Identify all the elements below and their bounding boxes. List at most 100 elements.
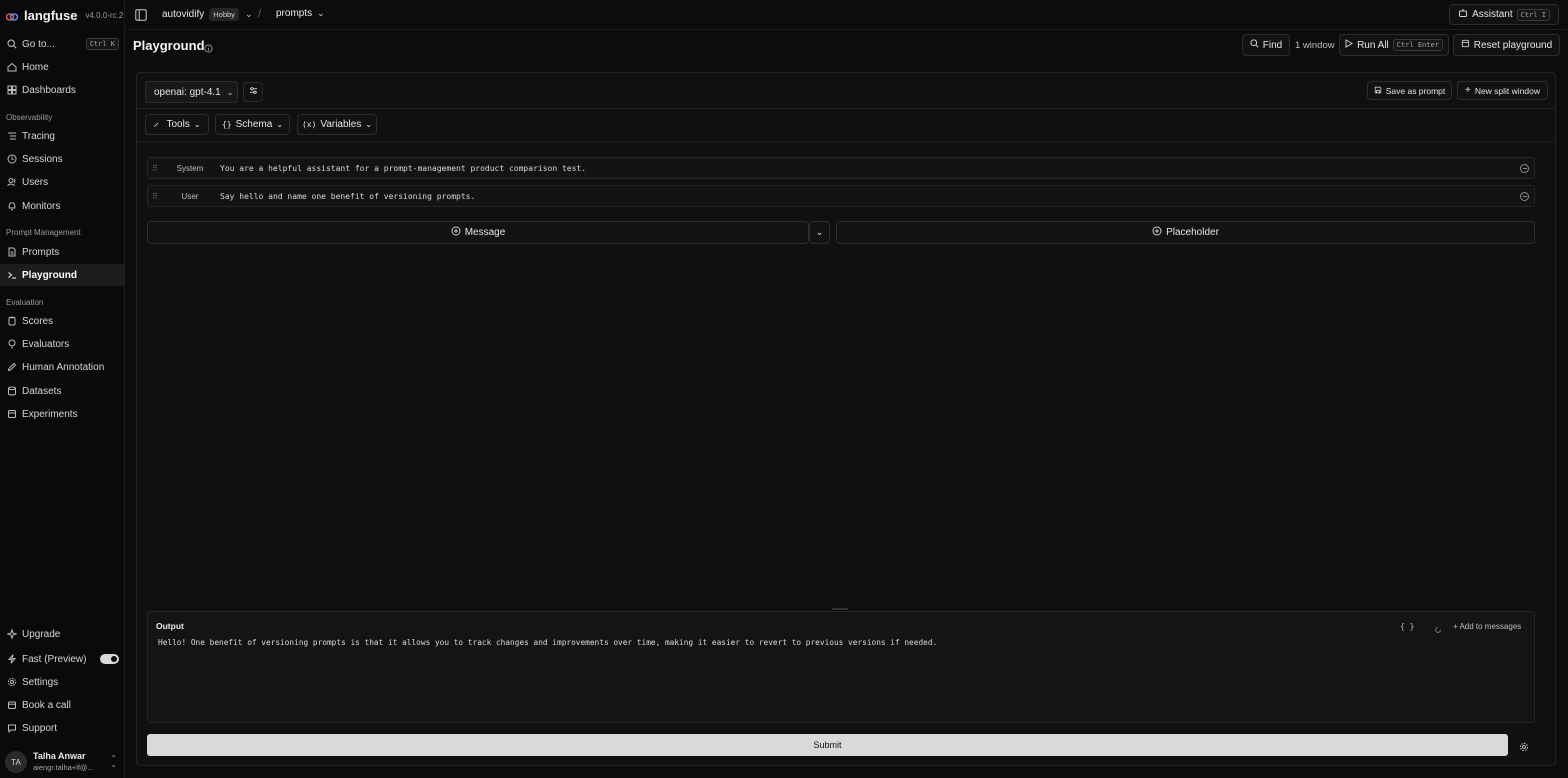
message-role[interactable]: System bbox=[160, 164, 220, 173]
sidebar-item-prompts[interactable]: Prompts bbox=[0, 241, 125, 263]
chevron-down-icon: ⌄ bbox=[276, 120, 284, 129]
run-all-label: Run All bbox=[1357, 39, 1389, 51]
sidebar-item-tracing[interactable]: Tracing bbox=[0, 125, 125, 147]
sidebar-item-sessions[interactable]: Sessions bbox=[0, 148, 125, 170]
org-switcher[interactable]: autovidify Hobby ⌄ bbox=[162, 8, 252, 21]
flask-icon bbox=[6, 409, 17, 420]
sidebar-item-support[interactable]: Support bbox=[0, 717, 125, 739]
sidebar-item-datasets[interactable]: Datasets bbox=[0, 380, 125, 402]
sidebar-item-settings[interactable]: Settings bbox=[0, 671, 125, 693]
resize-handle[interactable] bbox=[832, 608, 848, 610]
output-panel: Output { } + Add to messages Hello! One … bbox=[147, 611, 1535, 723]
message-row-system[interactable]: ⠿ System You are a helpful assistant for… bbox=[147, 157, 1535, 179]
add-message-button[interactable]: Message bbox=[147, 221, 809, 244]
file-text-icon bbox=[6, 247, 17, 258]
fast-preview-toggle[interactable] bbox=[100, 654, 119, 664]
sidebar-item-label: Prompts bbox=[22, 246, 60, 258]
chevron-down-icon: ⌄ bbox=[317, 8, 325, 18]
model-settings-button[interactable] bbox=[243, 82, 263, 102]
remove-message-icon[interactable] bbox=[1520, 191, 1529, 201]
sidebar-item-label: Book a call bbox=[22, 699, 71, 711]
bot-icon bbox=[1458, 8, 1468, 21]
list-tree-icon bbox=[6, 131, 17, 142]
sidebar-toggle-icon[interactable] bbox=[135, 9, 147, 24]
sidebar-item-fast-preview[interactable]: Fast (Preview) bbox=[0, 648, 125, 670]
divider bbox=[137, 141, 1555, 142]
gear-icon[interactable] bbox=[1519, 740, 1529, 755]
reset-icon bbox=[1461, 39, 1470, 51]
chevron-down-icon: ⌄ bbox=[226, 87, 234, 97]
plus-circle-icon bbox=[451, 226, 461, 239]
message-row-user[interactable]: ⠿ User Say hello and name one benefit of… bbox=[147, 185, 1535, 207]
sidebar-item-book-call[interactable]: Book a call bbox=[0, 694, 125, 716]
sidebar-item-scores[interactable]: Scores bbox=[0, 310, 125, 332]
tools-button[interactable]: Tools ⌄ bbox=[145, 114, 209, 135]
user-menu[interactable]: TA Talha Anwar aiengr.talha+lf@... ⌃ ⌄ bbox=[0, 748, 125, 776]
reset-label: Reset playground bbox=[1473, 39, 1553, 51]
sidebar-item-monitors[interactable]: Monitors bbox=[0, 195, 125, 217]
chevron-down-icon: ⌄ bbox=[193, 120, 201, 129]
sidebar-item-experiments[interactable]: Experiments bbox=[0, 403, 125, 425]
terminal-icon bbox=[6, 270, 17, 281]
new-split-window-label: New split window bbox=[1474, 85, 1541, 96]
submit-button[interactable]: Submit bbox=[147, 734, 1508, 756]
copy-icon[interactable] bbox=[1434, 622, 1442, 637]
users-icon bbox=[6, 177, 17, 188]
logo[interactable]: langfuse v4.0.0-rc.2 bbox=[5, 6, 123, 24]
save-as-prompt-button[interactable]: Save as prompt bbox=[1367, 81, 1452, 100]
new-split-window-button[interactable]: + New split window bbox=[1457, 81, 1548, 100]
clock-icon bbox=[6, 154, 17, 165]
sidebar-item-evaluators[interactable]: Evaluators bbox=[0, 333, 125, 355]
reset-playground-button[interactable]: Reset playground bbox=[1453, 34, 1560, 56]
sidebar-item-label: Monitors bbox=[22, 200, 61, 212]
org-name: autovidify bbox=[162, 9, 205, 20]
find-button[interactable]: Find bbox=[1242, 34, 1290, 56]
sidebar-item-dashboards[interactable]: Dashboards bbox=[0, 79, 125, 101]
chevron-down-icon: ⌄ bbox=[365, 120, 373, 129]
page-title: Playground bbox=[133, 38, 205, 53]
sidebar-item-label: Dashboards bbox=[22, 84, 76, 96]
add-placeholder-button[interactable]: Placeholder bbox=[836, 221, 1535, 244]
add-message-label: Message bbox=[464, 227, 506, 238]
assistant-button[interactable]: Assistant Ctrl I bbox=[1449, 4, 1559, 25]
sidebar-item-upgrade[interactable]: Upgrade bbox=[0, 623, 125, 645]
run-all-button[interactable]: Run All Ctrl Enter bbox=[1339, 34, 1449, 56]
sidebar-item-label: Scores bbox=[22, 315, 54, 327]
bell-icon bbox=[6, 201, 17, 212]
search-icon bbox=[6, 39, 17, 50]
message-text[interactable]: Say hello and name one benefit of versio… bbox=[220, 192, 1520, 201]
schema-button[interactable]: {} Schema ⌄ bbox=[215, 114, 290, 135]
sidebar-item-label: Fast (Preview) bbox=[22, 653, 87, 665]
sidebar-item-label: Playground bbox=[22, 269, 78, 281]
sidebar: langfuse v4.0.0-rc.2 Go to... Ctrl K Hom… bbox=[0, 0, 125, 778]
model-label: openai: gpt-4.1 bbox=[154, 86, 221, 98]
sidebar-item-label: Upgrade bbox=[22, 628, 61, 640]
message-text[interactable]: You are a helpful assistant for a prompt… bbox=[220, 164, 1520, 173]
dashboard-icon bbox=[6, 85, 17, 96]
schema-label: Schema bbox=[235, 119, 273, 130]
add-to-messages-button[interactable]: + Add to messages bbox=[1453, 622, 1521, 631]
grip-icon[interactable]: ⠿ bbox=[152, 164, 160, 173]
json-toggle-icon[interactable]: { } bbox=[1400, 622, 1414, 631]
sidebar-item-human-annotation[interactable]: Human Annotation bbox=[0, 356, 125, 378]
message-type-dropdown[interactable]: ⌄ bbox=[809, 221, 830, 244]
sidebar-item-label: Human Annotation bbox=[22, 361, 105, 373]
project-switcher[interactable]: prompts ⌄ bbox=[276, 8, 325, 19]
sidebar-item-playground[interactable]: Playground bbox=[0, 264, 125, 286]
remove-message-icon[interactable] bbox=[1520, 163, 1529, 173]
output-text[interactable]: Hello! One benefit of versioning prompts… bbox=[158, 638, 937, 647]
variables-button[interactable]: (x) Variables ⌄ bbox=[297, 114, 377, 135]
sidebar-item-users[interactable]: Users bbox=[0, 171, 125, 193]
sidebar-item-home[interactable]: Home bbox=[0, 56, 125, 78]
goto-button[interactable]: Go to... Ctrl K bbox=[0, 33, 125, 55]
variables-label: Variables bbox=[320, 119, 362, 130]
message-role[interactable]: User bbox=[160, 192, 220, 201]
info-icon[interactable] bbox=[204, 41, 213, 56]
grip-icon[interactable]: ⠿ bbox=[152, 192, 160, 201]
find-label: Find bbox=[1262, 39, 1283, 51]
model-select[interactable]: openai: gpt-4.1 ⌄ bbox=[145, 81, 238, 103]
play-icon bbox=[1345, 39, 1354, 51]
sidebar-item-label: Home bbox=[22, 61, 49, 73]
user-name: Talha Anwar bbox=[33, 751, 86, 761]
divider bbox=[137, 108, 1555, 109]
